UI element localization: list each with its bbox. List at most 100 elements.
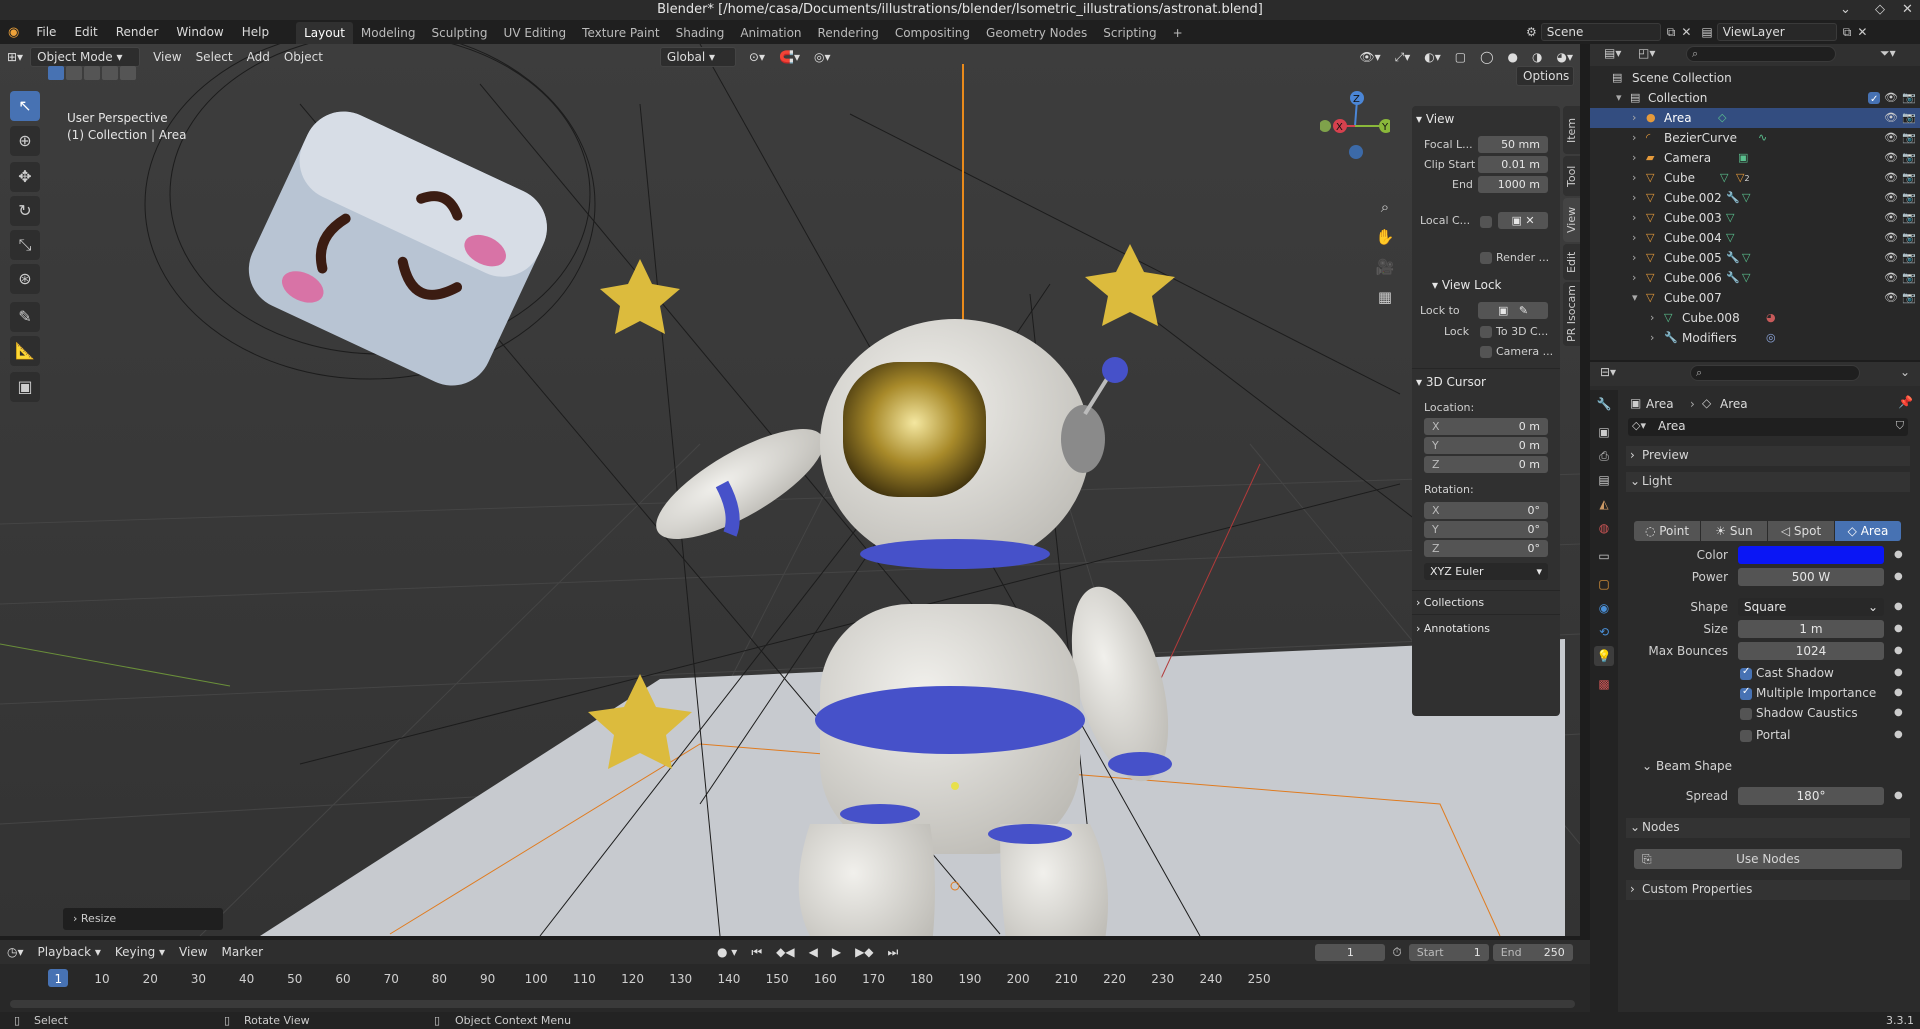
properties-options-icon[interactable]: ⌄ <box>1900 365 1910 379</box>
render-camera-icon[interactable]: 📷 <box>1902 288 1916 308</box>
expand-icon[interactable]: › <box>1632 208 1636 228</box>
menu-object[interactable]: Object <box>277 46 330 68</box>
select-box-invert-icon[interactable] <box>102 66 118 80</box>
properties-editor-icon[interactable]: ⊟▾ <box>1600 365 1616 379</box>
sidebar-tab-tool[interactable]: Tool <box>1563 156 1580 196</box>
render-camera-icon[interactable]: 📷 <box>1902 188 1916 208</box>
expand-icon[interactable]: ▾ <box>1632 288 1638 308</box>
tab-layout[interactable]: Layout <box>296 22 353 44</box>
render-camera-icon[interactable]: 📷 <box>1902 88 1916 108</box>
eye-icon[interactable]: 👁 <box>1884 268 1898 288</box>
outliner-row[interactable]: › ▽ Cube.004 ▽ 👁 📷 <box>1590 228 1920 248</box>
eye-icon[interactable]: 👁 <box>1884 148 1898 168</box>
cursor-location-y-field[interactable]: Y 0 m <box>1424 437 1548 454</box>
focal-length-field[interactable]: 50 mm <box>1478 136 1548 153</box>
select-box-subtract-icon[interactable] <box>84 66 100 80</box>
select-box-extend-icon[interactable] <box>66 66 82 80</box>
render-camera-icon[interactable]: 📷 <box>1902 148 1916 168</box>
tab-texture-paint[interactable]: Texture Paint <box>574 22 667 44</box>
cursor-section-header[interactable]: ▾ 3D Cursor <box>1416 375 1486 389</box>
menu-select[interactable]: Select <box>189 46 240 68</box>
maximize-icon[interactable]: ◇ <box>1875 0 1885 20</box>
tool-tab-icon[interactable]: 🔧 <box>1594 394 1614 414</box>
animate-dot-icon[interactable]: ● <box>1894 601 1903 612</box>
lock-to-cursor-checkbox[interactable] <box>1480 326 1492 338</box>
view-layer-tab-icon[interactable]: ▤ <box>1594 470 1614 490</box>
eye-icon[interactable]: 👁 <box>1884 168 1898 188</box>
last-operator-panel[interactable]: › Resize <box>63 908 223 930</box>
add-cube-tool-icon[interactable]: ▣ <box>10 372 40 402</box>
render-camera-icon[interactable]: 📷 <box>1902 128 1916 148</box>
shading-solid-icon[interactable]: ● <box>1501 46 1525 68</box>
timeline-scrollbar[interactable] <box>10 1000 1575 1008</box>
menu-window[interactable]: Window <box>167 20 232 44</box>
view-lock-header[interactable]: ▾ View Lock <box>1432 278 1502 292</box>
playback-menu[interactable]: Playback ▾ <box>31 941 108 963</box>
frame-ruler[interactable]: 1 10 20 30 40 50 60 70 80 90 100 110 120 130 140 150 160… <box>0 964 1590 987</box>
move-tool-icon[interactable]: ✥ <box>10 162 40 192</box>
outliner-row[interactable]: › 🔧 Modifiers ◎ <box>1590 328 1920 348</box>
render-camera-icon[interactable]: 📷 <box>1902 248 1916 268</box>
add-workspace-button[interactable]: + <box>1165 22 1191 44</box>
clock-icon[interactable]: ⏱ <box>1385 941 1408 963</box>
render-camera-icon[interactable]: 📷 <box>1902 208 1916 228</box>
texture-tab-icon[interactable]: ▩ <box>1594 674 1614 694</box>
animate-dot-icon[interactable]: ● <box>1894 729 1903 740</box>
tab-modeling[interactable]: Modeling <box>353 22 424 44</box>
tab-compositing[interactable]: Compositing <box>887 22 978 44</box>
fake-user-shield-icon[interactable]: ⛉ <box>1896 419 1904 433</box>
outliner-row[interactable]: › ▽ Cube.006 🔧 ▽ 👁 📷 <box>1590 268 1920 288</box>
viewlayer-field[interactable]: ViewLayer <box>1716 23 1837 41</box>
output-tab-icon[interactable]: ⎙ <box>1594 446 1614 466</box>
lock-to-object-field[interactable]: ▣ ✎ <box>1478 302 1548 319</box>
outliner-row[interactable]: › ▽ Cube.008 ◕ <box>1590 308 1920 328</box>
shading-wireframe-icon[interactable]: ◯ <box>1473 46 1500 68</box>
render-camera-icon[interactable]: 📷 <box>1902 228 1916 248</box>
gizmo-icon[interactable]: ⤢▾ <box>1388 46 1418 68</box>
eye-icon[interactable]: 👁 <box>1884 108 1898 128</box>
shading-rendered-icon[interactable]: ◕▾ <box>1550 46 1581 68</box>
shading-material-icon[interactable]: ◑ <box>1525 46 1549 68</box>
overlay-icon[interactable]: ◐▾ <box>1417 46 1448 68</box>
power-field[interactable]: 500 W <box>1738 568 1884 586</box>
cursor-rotation-y-field[interactable]: Y 0° <box>1424 521 1548 538</box>
outliner-editor-icon[interactable]: ▤▾ <box>1604 46 1621 60</box>
eye-icon[interactable]: 👁 <box>1884 208 1898 228</box>
size-field[interactable]: 1 m <box>1738 620 1884 638</box>
editor-type-icon[interactable]: ⊞▾ <box>0 46 30 68</box>
render-region-checkbox[interactable] <box>1480 252 1492 264</box>
perspective-grid-icon[interactable]: ▦ <box>1372 284 1398 310</box>
light-type-area-button[interactable]: ◇ Area <box>1835 521 1901 541</box>
clip-start-field[interactable]: 0.01 m <box>1478 156 1548 173</box>
camera-view-icon[interactable]: 🎥 <box>1372 254 1398 280</box>
exclude-checkbox[interactable] <box>1868 90 1880 110</box>
new-scene-icon[interactable]: ⧉ <box>1667 25 1676 40</box>
expand-icon[interactable]: › <box>1632 268 1636 288</box>
expand-icon[interactable]: › <box>1632 248 1636 268</box>
cursor-rotation-x-field[interactable]: X 0° <box>1424 502 1548 519</box>
pan-hand-icon[interactable]: ✋ <box>1372 224 1398 250</box>
pivot-icon[interactable]: ⊙▾ <box>742 46 772 68</box>
pin-icon[interactable]: 📌 <box>1898 395 1913 409</box>
options-dropdown[interactable]: Options <box>1516 66 1574 86</box>
xray-icon[interactable]: ▢ <box>1448 46 1473 68</box>
light-section[interactable]: ⌄ Light <box>1626 472 1910 492</box>
scene-tab-icon[interactable]: ◭ <box>1594 494 1614 514</box>
select-box-tool-icon[interactable]: ↖ <box>10 91 40 121</box>
next-keyframe-icon[interactable]: ▶◆ <box>848 941 880 963</box>
rotation-mode-dropdown[interactable]: XYZ Euler ▾ <box>1424 563 1548 580</box>
local-camera-field[interactable]: ▣ ✕ <box>1498 212 1548 229</box>
scale-tool-icon[interactable]: ⤡ <box>10 230 40 260</box>
tab-scripting[interactable]: Scripting <box>1095 22 1164 44</box>
menu-help[interactable]: Help <box>233 20 278 44</box>
render-camera-icon[interactable]: 📷 <box>1902 168 1916 188</box>
sidebar-tab-item[interactable]: Item <box>1563 106 1580 154</box>
spread-field[interactable]: 180° <box>1738 787 1884 805</box>
navigation-gizmo[interactable]: Z Y X <box>1320 88 1390 163</box>
expand-icon[interactable]: › <box>1650 308 1654 328</box>
eye-icon[interactable]: 👁 <box>1884 128 1898 148</box>
cursor-tool-icon[interactable]: ⊕ <box>10 126 40 156</box>
blender-logo-icon[interactable]: ◉ <box>0 25 27 40</box>
cursor-location-x-field[interactable]: X 0 m <box>1424 418 1548 435</box>
minimize-icon[interactable]: ⌄ <box>1840 0 1851 20</box>
